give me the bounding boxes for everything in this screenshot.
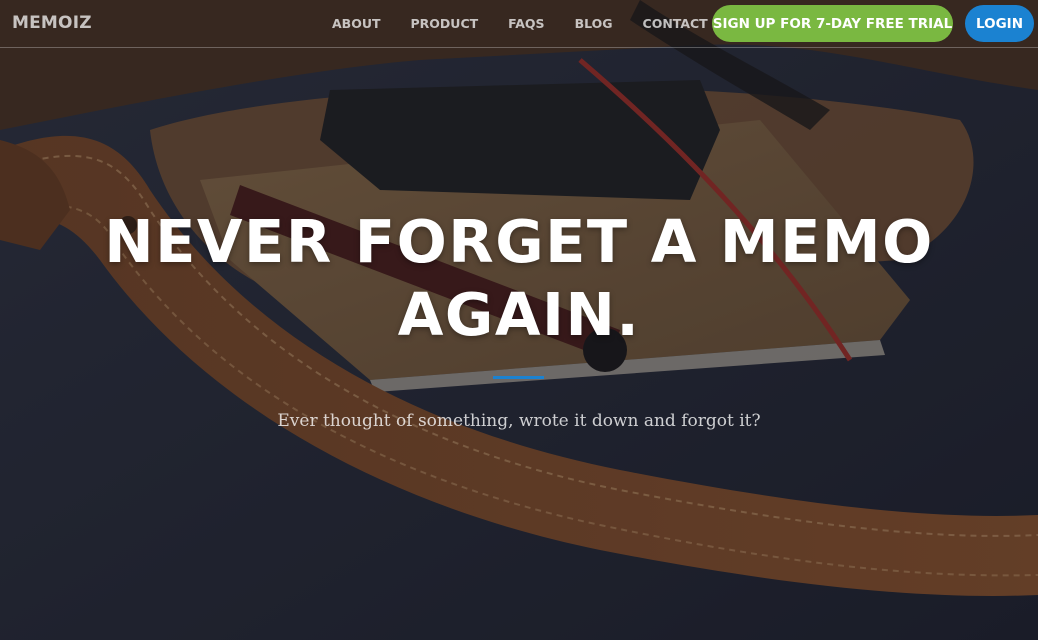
nav-link-contact[interactable]: CONTACT (631, 16, 720, 31)
top-navbar: MEMOIZ ABOUT PRODUCT FAQS BLOG CONTACT S… (0, 0, 1038, 48)
nav-link-product[interactable]: PRODUCT (399, 16, 491, 31)
free-trial-signup-button[interactable]: SIGN UP FOR 7-DAY FREE TRIAL (712, 5, 953, 42)
nav-link-blog[interactable]: BLOG (563, 16, 625, 31)
nav-link-faqs[interactable]: FAQS (496, 16, 556, 31)
login-button[interactable]: LOGIN (965, 5, 1034, 42)
nav-link-about[interactable]: ABOUT (320, 16, 393, 31)
hero-title: NEVER FORGET A MEMO AGAIN. (104, 207, 934, 349)
hero-divider (493, 376, 544, 379)
hero-section: NEVER FORGET A MEMO AGAIN. Ever thought … (0, 0, 1038, 640)
nav-links: ABOUT PRODUCT FAQS BLOG CONTACT (320, 0, 726, 46)
hero-subtitle: Ever thought of something, wrote it down… (277, 411, 761, 431)
brand-logo-link[interactable]: MEMOIZ (12, 13, 92, 33)
